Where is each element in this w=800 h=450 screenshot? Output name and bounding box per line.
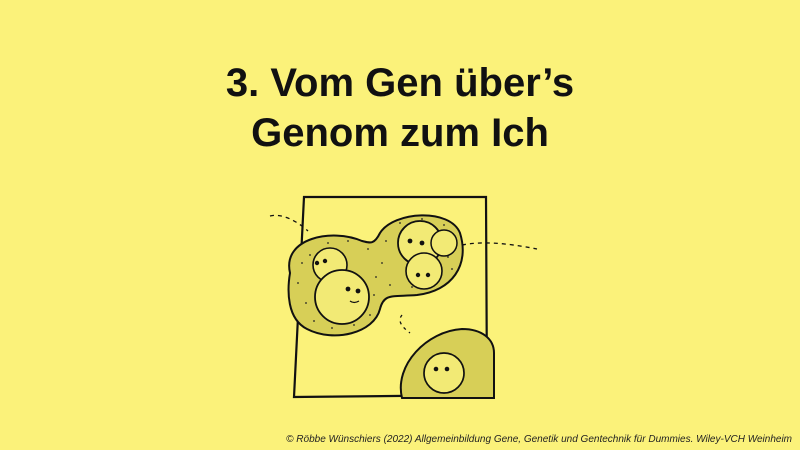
eye xyxy=(419,240,425,246)
nucleus-large-left xyxy=(314,269,370,325)
copyright-footer: © Röbbe Wünschiers (2022) Allgemeinbildu… xyxy=(286,434,792,445)
nucleus-bottom-right xyxy=(405,252,443,290)
nucleus-bottom xyxy=(423,352,465,394)
eye xyxy=(415,272,421,278)
dashed-trail-right xyxy=(461,242,538,250)
title-line-1: 3. Vom Gen über’s xyxy=(225,61,575,105)
eye xyxy=(322,258,328,264)
nucleus-side-right xyxy=(430,229,458,257)
eye xyxy=(314,260,320,266)
eye xyxy=(407,238,413,244)
eye xyxy=(425,272,431,278)
dashed-trail-bottom xyxy=(399,314,411,334)
slide: 3. Vom Gen über’s Genom zum Ich © Röbbe … xyxy=(0,0,800,450)
eye xyxy=(345,286,351,292)
cell-division-illustration xyxy=(269,195,538,399)
eye xyxy=(444,366,450,372)
page-title: 3. Vom Gen über’s Genom zum Ich xyxy=(0,58,800,158)
eye xyxy=(355,288,361,294)
eye xyxy=(433,366,439,372)
title-line-2: Genom zum Ich xyxy=(251,111,549,155)
